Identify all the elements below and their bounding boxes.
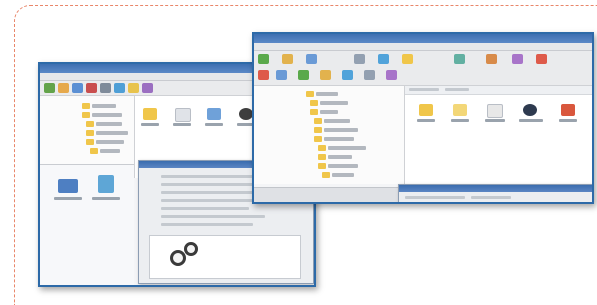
tree-item[interactable]	[318, 162, 358, 169]
device-icon[interactable]	[98, 175, 114, 193]
folder-icon[interactable]	[419, 104, 433, 116]
toolbar-button-icon[interactable]	[100, 83, 111, 93]
tree-item[interactable]	[90, 147, 120, 154]
drive-icon[interactable]	[207, 108, 221, 120]
front-titlebar	[254, 34, 592, 43]
archive-icon[interactable]	[561, 104, 575, 116]
toolbar-button-icon[interactable]	[364, 70, 375, 80]
toolbar-button-icon[interactable]	[114, 83, 125, 93]
folder-icon	[306, 90, 314, 97]
tree-item[interactable]	[314, 135, 354, 142]
toolbar-button-icon[interactable]	[536, 54, 547, 64]
toolbar-button-icon[interactable]	[354, 54, 365, 64]
tree-item[interactable]	[86, 138, 124, 145]
folder-icon	[310, 99, 318, 106]
toolbar-button-icon[interactable]	[378, 54, 389, 64]
toolbar-button-icon[interactable]	[258, 70, 269, 80]
folder-icon	[82, 102, 90, 109]
folder-icon	[86, 120, 94, 127]
front-toolbar	[254, 51, 592, 86]
tree-item[interactable]	[86, 120, 122, 127]
tree-item[interactable]	[310, 108, 338, 115]
folder-icon	[314, 135, 322, 142]
toolbar-button-icon[interactable]	[402, 54, 413, 64]
folder-icon	[310, 108, 318, 115]
dialog-titlebar	[399, 185, 592, 192]
disc-icon[interactable]	[239, 108, 253, 120]
folder-icon	[318, 162, 326, 169]
toolbar-button-icon[interactable]	[512, 54, 523, 64]
tree-item[interactable]	[314, 117, 350, 124]
tree-item[interactable]	[306, 90, 338, 97]
document-icon[interactable]	[175, 108, 191, 122]
front-folder-tree	[254, 86, 405, 184]
tree-item[interactable]	[318, 153, 352, 160]
front-dialog	[398, 184, 592, 202]
disc-icon[interactable]	[523, 104, 537, 116]
folder-icon	[314, 126, 322, 133]
front-menubar	[254, 43, 592, 51]
folder-icon	[322, 171, 330, 178]
folder-icon	[318, 153, 326, 160]
folder-icon	[90, 147, 98, 154]
tree-item[interactable]	[310, 99, 348, 106]
toolbar-button-icon[interactable]	[44, 83, 55, 93]
tree-item[interactable]	[82, 102, 116, 109]
tree-item[interactable]	[318, 144, 366, 151]
toolbar-button-icon[interactable]	[306, 54, 317, 64]
toolbar-button-icon[interactable]	[298, 70, 309, 80]
tree-item[interactable]	[82, 111, 122, 118]
gear-icon	[170, 250, 186, 266]
folder-icon	[314, 117, 322, 124]
folder-icon	[318, 144, 326, 151]
toolbar-button-icon[interactable]	[58, 83, 69, 93]
toolbar-button-icon[interactable]	[276, 70, 287, 80]
front-screenshot	[252, 32, 594, 204]
folder-icon	[86, 138, 94, 145]
front-file-pane	[405, 86, 592, 184]
tree-item[interactable]	[322, 171, 354, 178]
dialog-preview-area	[149, 235, 301, 279]
toolbar-button-icon[interactable]	[72, 83, 83, 93]
toolbar-button-icon[interactable]	[282, 54, 293, 64]
folder-icon[interactable]	[453, 104, 467, 116]
toolbar-button-icon[interactable]	[128, 83, 139, 93]
document-icon[interactable]	[487, 104, 503, 118]
file-pane-header	[405, 86, 592, 95]
toolbar-button-icon[interactable]	[86, 83, 97, 93]
toolbar-button-icon[interactable]	[342, 70, 353, 80]
back-lower-left-pane	[40, 164, 134, 285]
folder-icon[interactable]	[143, 108, 157, 120]
toolbar-button-icon[interactable]	[454, 54, 465, 64]
network-drive-icon[interactable]	[58, 179, 78, 193]
gear-icon	[184, 242, 198, 256]
folder-icon	[82, 111, 90, 118]
toolbar-button-icon[interactable]	[258, 54, 269, 64]
toolbar-button-icon[interactable]	[386, 70, 397, 80]
toolbar-button-icon[interactable]	[142, 83, 153, 93]
folder-icon	[86, 129, 94, 136]
tree-item[interactable]	[86, 129, 128, 136]
toolbar-button-icon[interactable]	[320, 70, 331, 80]
tree-item[interactable]	[314, 126, 358, 133]
toolbar-button-icon[interactable]	[486, 54, 497, 64]
